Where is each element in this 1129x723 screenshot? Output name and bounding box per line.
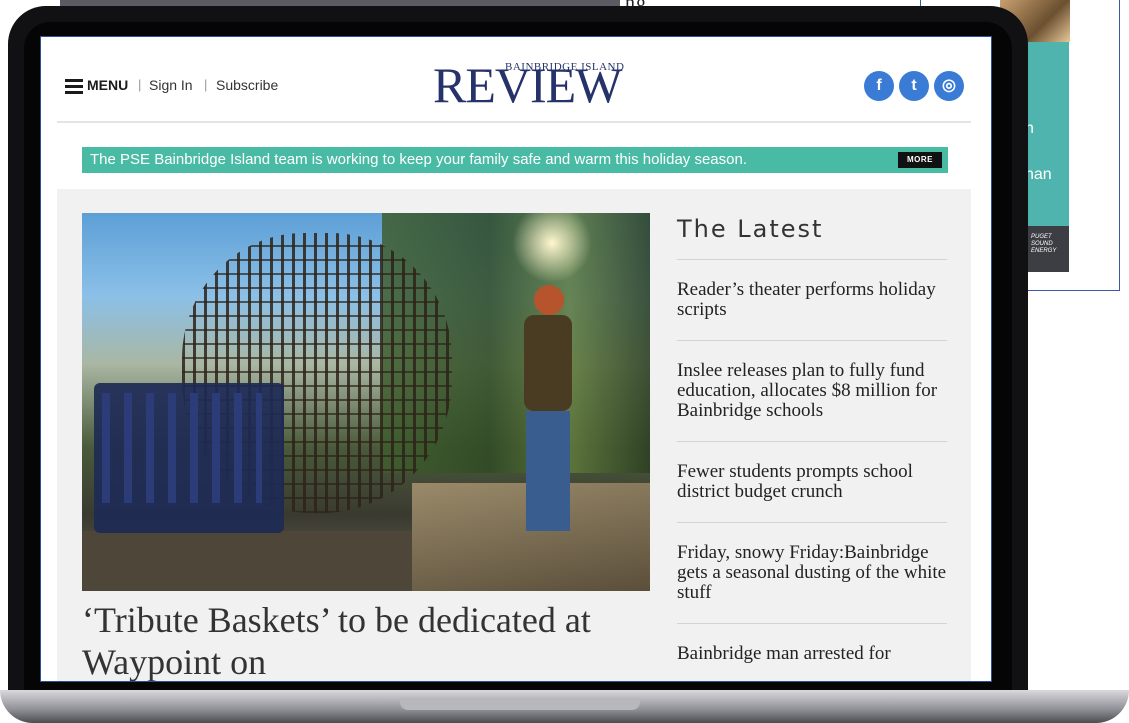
sign-in-link[interactable]: Sign In <box>149 77 193 93</box>
browser-screen: MENU | Sign In | Subscribe BAINBRIDGE IS… <box>40 36 992 682</box>
twitter-icon[interactable]: t <box>899 71 929 101</box>
menu-button[interactable]: MENU <box>87 77 128 93</box>
subscribe-link[interactable]: Subscribe <box>216 77 278 93</box>
latest-item[interactable]: Friday, snowy Friday:Bainbridge gets a s… <box>677 523 947 624</box>
latest-item[interactable]: Inslee releases plan to fully fund educa… <box>677 341 947 442</box>
latest-title: The Latest <box>677 215 947 260</box>
ground <box>82 531 422 591</box>
header-divider <box>57 121 971 123</box>
site-header: MENU | Sign In | Subscribe BAINBRIDGE IS… <box>41 37 991 123</box>
divider: | <box>204 77 208 92</box>
laptop-notch <box>400 700 640 710</box>
divider: | <box>138 77 142 92</box>
facebook-icon[interactable]: f <box>864 71 894 101</box>
latest-item[interactable]: Bainbridge man arrested for <box>677 624 947 681</box>
worker-legs <box>526 411 570 531</box>
background-ad-brand-text: PUGET SOUND ENERGY <box>1031 234 1057 254</box>
banner-more-button[interactable]: MORE <box>898 152 942 168</box>
hard-hat <box>534 285 564 315</box>
background-ad-text: nan <box>1025 166 1052 183</box>
hero-image[interactable] <box>82 213 650 591</box>
main-content: ‘Tribute Baskets’ to be dedicated at Way… <box>57 189 971 681</box>
hamburger-icon[interactable] <box>65 79 83 94</box>
tractor-bucket-rails <box>102 393 262 503</box>
site-logo[interactable]: REVIEW <box>433 57 622 113</box>
banner-text[interactable]: The PSE Bainbridge Island team is workin… <box>90 151 747 168</box>
worker-figure <box>512 285 582 545</box>
instagram-icon[interactable]: ◎ <box>934 71 964 101</box>
latest-item[interactable]: Reader’s theater performs holiday script… <box>677 260 947 341</box>
promo-banner[interactable]: The PSE Bainbridge Island team is workin… <box>82 147 948 173</box>
worker-torso <box>524 315 572 411</box>
hero-headline[interactable]: ‘Tribute Baskets’ to be dedicated at Way… <box>82 599 650 681</box>
latest-item[interactable]: Fewer students prompts school district b… <box>677 442 947 523</box>
latest-sidebar: The Latest Reader’s theater performs hol… <box>677 215 947 681</box>
